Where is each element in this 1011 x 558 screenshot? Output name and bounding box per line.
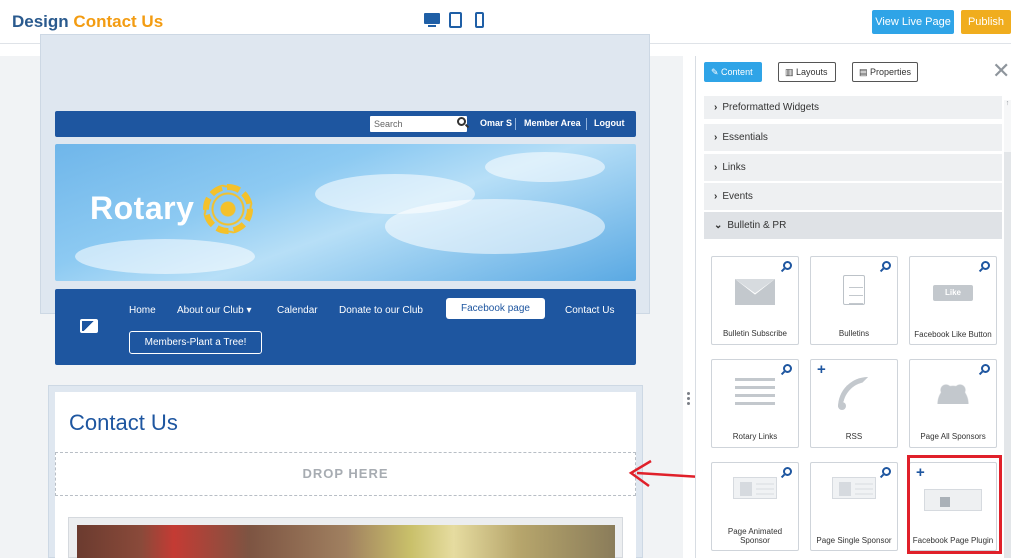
chevron-right-icon: › [714,132,718,143]
widget-rss[interactable]: + RSS [810,359,898,448]
magnifier-icon[interactable] [882,467,891,476]
menu-item-plant-tree[interactable]: Members-Plant a Tree! [129,331,262,354]
page-title: Design Contact Us [12,12,163,32]
chevron-down-icon: ⌄ [714,220,723,231]
menu-item-about[interactable]: About our Club ▾ [177,305,252,316]
tablet-icon[interactable] [448,12,464,28]
widget-label: Facebook Like Button [914,330,992,339]
menu-item-calendar[interactable]: Calendar [277,305,318,316]
widget-rotary-links[interactable]: Rotary Links [711,359,799,448]
widget-label: RSS [845,432,863,441]
section-events[interactable]: › Events [704,183,1002,211]
menu-item-contact[interactable]: Contact Us [565,305,614,316]
widget-label: Bulletin Subscribe [722,329,788,338]
magnifier-icon[interactable] [981,364,990,373]
chevron-down-icon: ▾ [246,305,252,316]
rotary-wheel-icon [203,184,253,234]
widget-label: Rotary Links [732,432,778,441]
menu-item-donate[interactable]: Donate to our Club [339,305,423,316]
widget-page-single-sponsor[interactable]: Page Single Sponsor [810,462,898,551]
magnifier-icon[interactable] [981,261,990,270]
publish-button[interactable]: Publish [961,10,1011,34]
menu-item-about-label: About our Club [177,305,244,316]
widget-page-all-sponsors[interactable]: Page All Sponsors [909,359,997,448]
site-main-menu: Home About our Club ▾ Calendar Donate to… [55,289,636,365]
site-search-input[interactable]: Search [370,116,467,132]
title-prefix: Design [12,12,69,31]
nav-divider [515,118,516,130]
cloud [385,199,605,254]
section-links[interactable]: › Links [704,154,1002,182]
people-icon [936,384,970,404]
widget-bulletin-subscribe[interactable]: Bulletin Subscribe [711,256,799,345]
cloud [485,152,605,182]
magnifier-icon[interactable] [783,364,792,373]
drop-zone[interactable]: DROP HERE [55,452,636,496]
panel-resize-handle[interactable] [687,392,690,406]
widget-label: Page Animated Sponsor [727,527,783,545]
image-icon[interactable] [80,319,98,333]
page-heading: Contact Us [69,410,178,435]
tab-content-label: Content [721,67,753,77]
section-label: Preformatted Widgets [722,102,820,113]
magnifier-icon[interactable] [783,467,792,476]
document-icon [843,275,865,305]
section-label: Bulletin & PR [727,220,787,231]
menu-item-home[interactable]: Home [129,305,156,316]
scroll-up-arrow-icon[interactable]: ↑ [1004,100,1011,110]
panel-scroll-thumb[interactable] [1004,152,1011,558]
chevron-right-icon: › [714,162,718,173]
user-name-link[interactable]: Omar S [480,118,512,128]
phone-icon[interactable] [472,12,488,28]
chevron-right-icon: › [714,191,718,202]
device-switcher [424,12,488,28]
widget-label: Page All Sponsors [920,432,986,441]
tab-content[interactable]: ✎ Content [704,62,762,82]
widget-page-animated-sponsor[interactable]: Page Animated Sponsor [711,462,799,551]
section-label: Links [722,162,746,173]
widget-label: Bulletins [838,329,870,338]
member-area-link[interactable]: Member Area [524,118,581,128]
facebook-like-icon: Like [933,285,973,301]
rss-icon [838,377,870,412]
envelope-icon [735,279,775,305]
rotary-logo-text: Rotary [90,190,195,226]
menu-item-facebook[interactable]: Facebook page [446,298,545,319]
photo [77,525,615,558]
sponsor-icon [832,477,876,499]
desktop-icon[interactable] [424,12,440,28]
section-label: Events [722,191,753,202]
logout-link[interactable]: Logout [594,118,625,128]
tab-layouts-label: Layouts [796,67,828,77]
list-icon [735,378,775,408]
magnifier-icon[interactable] [783,261,792,270]
nav-divider [586,118,587,130]
title-page-name: Contact Us [73,12,164,31]
selection-highlight [907,455,1002,554]
cloud [75,239,255,274]
section-preformatted-widgets[interactable]: › Preformatted Widgets [704,96,1002,120]
tab-properties[interactable]: ▤ Properties [852,62,918,82]
close-icon[interactable]: ✕ [992,60,1010,82]
magnifier-icon[interactable] [882,261,891,270]
chevron-right-icon: › [714,102,718,113]
section-label: Essentials [722,132,768,143]
editor-app: Design Contact Us View Live Page Publish… [0,0,1011,558]
widget-facebook-like-button[interactable]: Like Facebook Like Button [909,256,997,345]
widget-label: Page Single Sponsor [816,536,892,545]
sponsor-icon [733,477,777,499]
add-icon[interactable]: + [817,361,826,378]
view-live-page-button[interactable]: View Live Page [872,10,954,34]
site-top-nav: Search Omar S Member Area Logout [55,111,636,137]
search-icon[interactable] [457,117,466,126]
tab-properties-label: Properties [870,67,912,77]
section-essentials[interactable]: › Essentials [704,124,1002,152]
hero-banner: Rotary [55,144,636,281]
section-bulletin-pr[interactable]: ⌄ Bulletin & PR [704,212,1002,240]
tab-layouts[interactable]: ▥ Layouts [778,62,836,82]
widget-bulletins[interactable]: Bulletins [810,256,898,345]
facebook-like-art-text: Like [933,285,973,301]
